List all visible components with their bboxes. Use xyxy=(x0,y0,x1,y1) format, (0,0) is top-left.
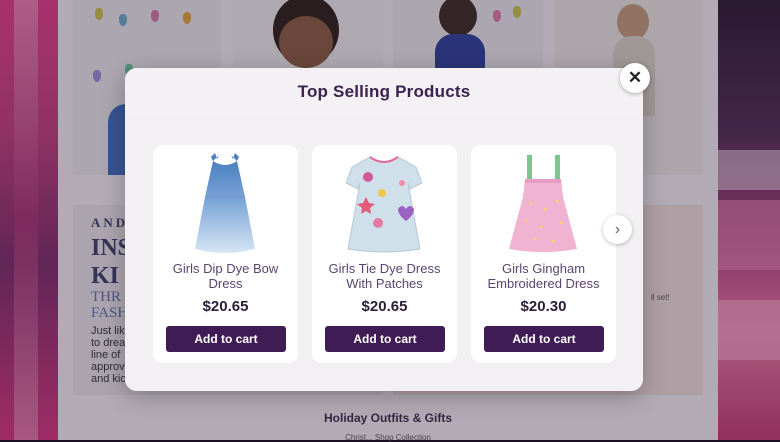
product-price: $20.65 xyxy=(361,298,408,315)
add-to-cart-button[interactable]: Add to cart xyxy=(166,326,286,352)
add-to-cart-button[interactable]: Add to cart xyxy=(325,326,445,352)
product-image-dip-dye-dress[interactable] xyxy=(153,153,298,257)
product-card[interactable]: Girls Dip Dye Bow Dress $20.65 Add to ca… xyxy=(153,145,298,363)
product-price: $20.65 xyxy=(202,298,249,315)
product-name[interactable]: Girls Dip Dye Bow Dress xyxy=(159,261,292,291)
product-price: $20.30 xyxy=(520,298,567,315)
close-icon: ✕ xyxy=(627,68,643,87)
product-name[interactable]: Girls Gingham Embroidered Dress xyxy=(477,261,610,291)
product-image-gingham-dress[interactable] xyxy=(471,153,616,257)
add-to-cart-button[interactable]: Add to cart xyxy=(484,326,604,352)
product-card[interactable]: Girls Gingham Embroidered Dress $20.30 A… xyxy=(471,145,616,363)
top-selling-modal: Top Selling Products Girls Dip Dye Bow D… xyxy=(125,68,643,391)
product-card[interactable]: Girls Tie Dye Dress With Patches $20.65 … xyxy=(312,145,457,363)
carousel-next-button[interactable]: › xyxy=(603,215,632,244)
modal-close-button[interactable]: ✕ xyxy=(620,63,650,93)
modal-title: Top Selling Products xyxy=(297,81,471,101)
modal-header: Top Selling Products xyxy=(125,68,643,115)
product-image-tie-dye-dress[interactable] xyxy=(312,153,457,257)
chevron-right-icon: › xyxy=(614,220,621,238)
product-name[interactable]: Girls Tie Dye Dress With Patches xyxy=(318,261,451,291)
